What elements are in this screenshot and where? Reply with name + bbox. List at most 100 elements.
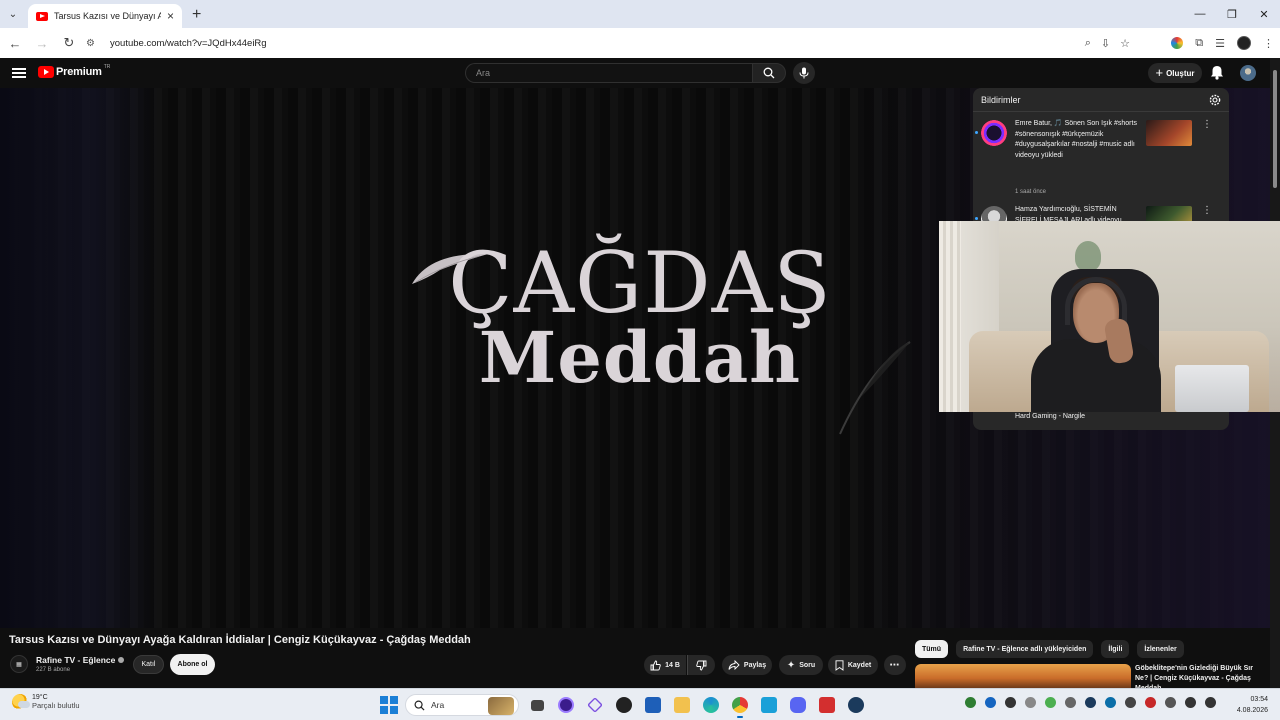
unread-dot-icon [975,131,978,134]
system-tray [965,697,1216,708]
search-highlight-icon [488,697,514,715]
sparkle-icon: ✦ [786,659,796,671]
tray-app-icon[interactable] [1105,697,1116,708]
network-icon[interactable] [1185,697,1196,708]
channel-name[interactable]: Rafine TV - Eğlence [36,655,125,665]
clock[interactable]: 03:54 4.08.2026 [1237,694,1268,716]
tab-search-icon[interactable]: ☰ [1215,37,1225,50]
app-diamond-icon[interactable] [584,694,606,716]
tray-app-icon[interactable] [1025,697,1036,708]
extensions-puzzle-icon[interactable]: ⧉ [1195,37,1203,50]
browser-menu-icon[interactable]: ⋮ [1263,37,1274,50]
recommendation-title[interactable]: Göbeklitepe'nin Gizlediği Büyük Sır Ne? … [1135,664,1265,688]
weather-text: Parçalı bulutlu [32,701,80,710]
app-circle-icon[interactable] [555,694,577,716]
zoom-icon[interactable]: ⌕ [1085,37,1091,50]
notification-text: Emre Batur, 🎵 Sönen Son Işık #shorts #sö… [1015,120,1137,159]
notification-item[interactable]: Emre Batur, 🎵 Sönen Son Işık #shorts #sö… [973,112,1229,195]
youtube-logo[interactable]: Premium TR [38,64,110,78]
steam-icon[interactable] [845,694,867,716]
minimize-icon[interactable]: — [1184,0,1216,28]
unread-dot-icon [975,217,978,220]
chip-all[interactable]: Tümü [915,640,949,658]
close-window-icon[interactable]: ✕ [1248,0,1280,28]
weather-widget[interactable]: 19°C Parçalı bulutlu [12,694,80,710]
github-icon[interactable] [613,694,635,716]
recommendation-thumbnail[interactable] [915,664,1131,688]
store-icon[interactable] [642,694,664,716]
user-avatar[interactable] [1240,65,1256,81]
tab-search-chevron-icon[interactable]: ⌄ [0,0,26,28]
file-explorer-icon[interactable] [671,694,693,716]
feather-icon [412,253,488,284]
tray-app-icon[interactable] [1085,697,1096,708]
like-button[interactable]: 14 B [644,655,686,675]
start-windows-icon[interactable] [380,696,398,714]
youtube-favicon-icon [36,11,48,21]
browser-tab-active[interactable]: Tarsus Kazısı ve Dünyayı Ayağa × [28,4,182,28]
ask-button[interactable]: ✦ Soru [779,655,823,675]
clock-time: 03:54 [1250,696,1268,703]
install-app-icon[interactable]: ⇩ [1101,37,1110,50]
search-input[interactable]: Ara [465,63,752,83]
task-view-icon[interactable] [526,694,548,716]
tray-app-icon[interactable] [1125,697,1136,708]
bookmark-star-icon[interactable]: ☆ [1120,37,1130,50]
tray-app-icon[interactable] [1065,697,1076,708]
chip-watched[interactable]: İzlenenler [1137,640,1184,658]
notifications-header: Bildirimler [973,88,1229,112]
address-bar[interactable]: ⚙ youtube.com/watch?v=JQdHx44eiRg ⌕ ⇩ ☆ [80,31,1140,55]
tray-app-icon[interactable] [985,697,996,708]
restore-icon[interactable]: ❐ [1216,0,1248,28]
meet-icon[interactable] [758,694,780,716]
temperature: 19°C [32,694,48,701]
tray-app-icon[interactable] [965,697,976,708]
notifications-bell-icon[interactable] [1210,65,1224,85]
microphone-icon[interactable] [1165,697,1176,708]
webcam-overlay [939,221,1280,412]
volume-icon[interactable] [1205,697,1216,708]
menu-hamburger-icon[interactable] [12,65,26,81]
join-button[interactable]: Katıl [133,655,164,674]
share-button[interactable]: Paylaş [722,655,772,675]
video-title: Tarsus Kazısı ve Dünyayı Ayağa Kaldıran … [9,634,471,646]
chip-uploader[interactable]: Rafine TV - Eğlence adlı yükleyiciden [956,640,1094,658]
chip-related[interactable]: İlgili [1101,640,1130,658]
tab-close-icon[interactable]: × [167,9,174,23]
search-placeholder: Ara [476,68,491,78]
tray-app-icon[interactable] [1145,697,1156,708]
browser-tab-bar: ⌄ Tarsus Kazısı ve Dünyayı Ayağa × + — ❐… [0,0,1280,28]
notification-more-icon[interactable]: ⋮ [1202,119,1212,130]
notification-thumbnail [1146,120,1192,146]
back-arrow-icon[interactable]: ← [3,31,27,55]
channel-avatar[interactable]: ▦ [10,655,28,673]
new-tab-plus-icon[interactable]: + [192,4,201,28]
thumbs-up-icon [650,660,661,670]
window-controls: — ❐ ✕ [1184,0,1280,28]
forward-arrow-icon[interactable]: → [30,31,54,55]
url-text: youtube.com/watch?v=JQdHx44eiRg [110,37,267,49]
more-actions-button[interactable]: ⋯ [884,655,906,675]
create-button[interactable]: + Oluştur [1148,63,1202,83]
notification-more-icon[interactable]: ⋮ [1202,205,1212,216]
red-app-icon[interactable] [816,694,838,716]
discord-icon[interactable] [787,694,809,716]
subscribe-button[interactable]: Abone ol [170,654,215,675]
site-info-icon[interactable]: ⚙ [86,38,102,49]
chrome-icon[interactable] [729,694,751,718]
dislike-button[interactable] [687,655,715,675]
youtube-header: Premium TR Ara + Oluştur [0,58,1270,88]
tray-app-icon[interactable] [1045,697,1056,708]
taskbar-search[interactable]: Ara [405,694,519,716]
tray-app-icon[interactable] [1005,697,1016,708]
subscriber-count: 227 B abone [36,667,71,673]
reload-icon[interactable]: ↻ [57,31,81,55]
notifications-title: Bildirimler [981,94,1021,105]
settings-gear-icon[interactable] [1209,94,1221,106]
profile-avatar-icon[interactable] [1237,36,1251,50]
save-button[interactable]: Kaydet [828,655,878,675]
search-button[interactable] [752,63,786,83]
edge-icon[interactable] [700,694,722,716]
color-extension-icon[interactable] [1171,37,1184,49]
voice-search-button[interactable] [793,62,815,84]
